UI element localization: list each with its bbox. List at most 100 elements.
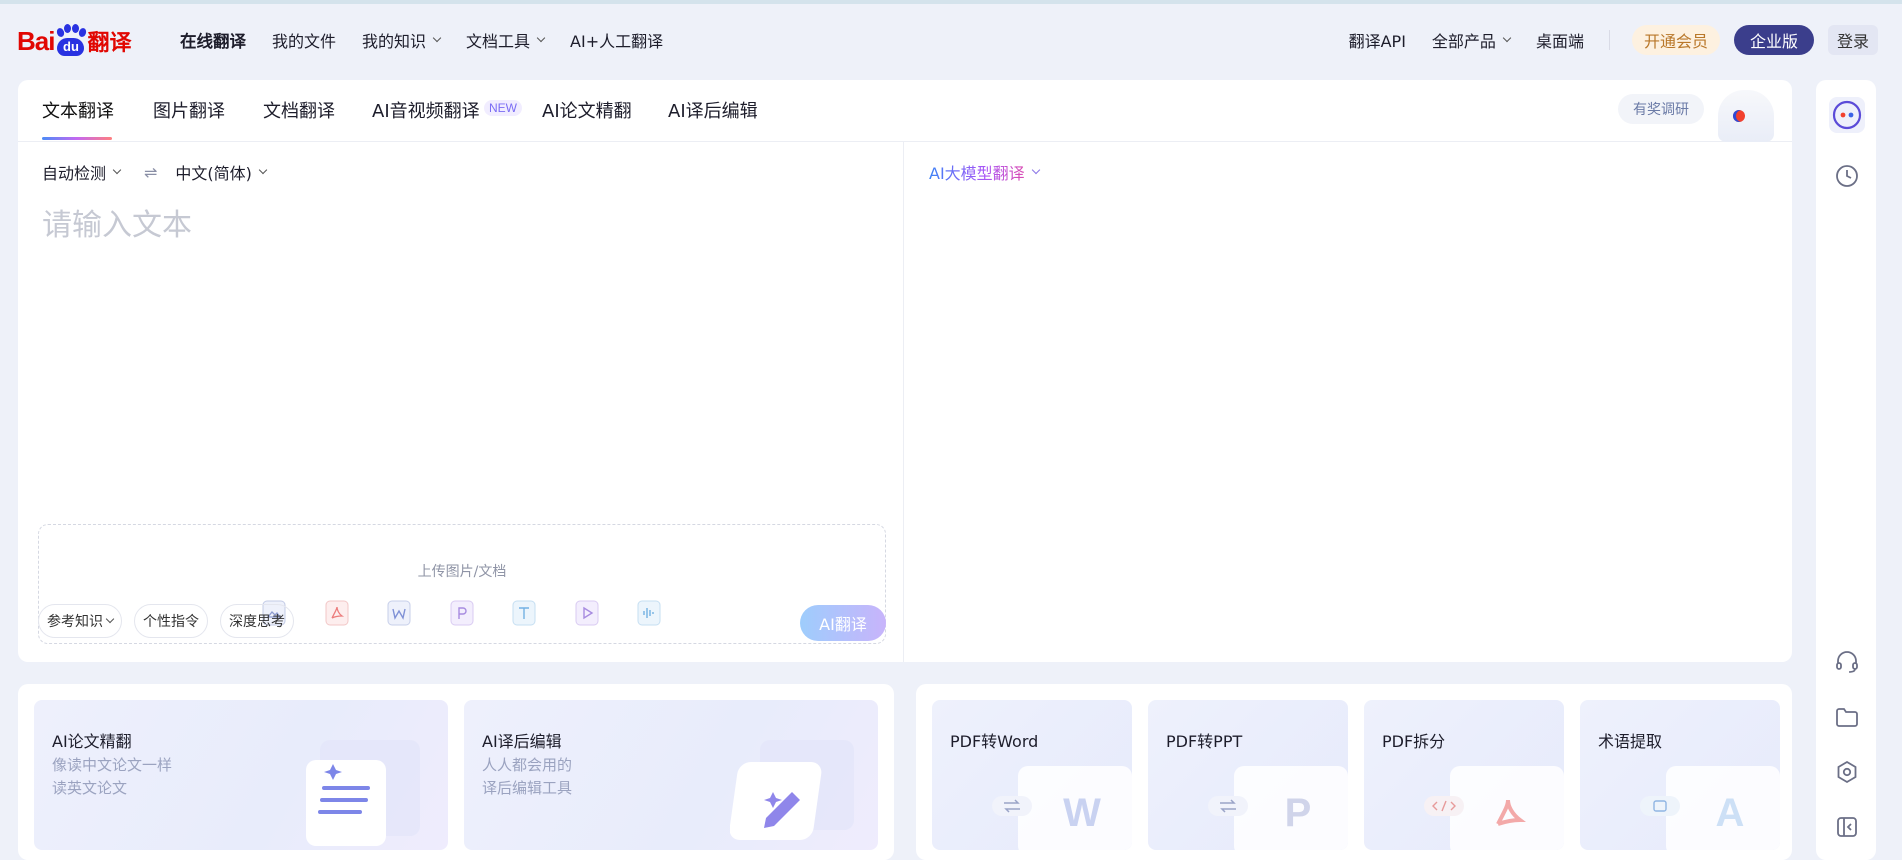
nav-my-files[interactable]: 我的文件: [272, 28, 336, 52]
swap-languages-icon[interactable]: ⇌: [144, 163, 157, 182]
source-lang-select[interactable]: 自动检测: [42, 160, 122, 184]
ai-translate-button[interactable]: AI翻译: [800, 605, 886, 641]
feature-desc-line: 像读中文论文一样: [52, 756, 173, 774]
chevron-down-icon: [258, 165, 268, 175]
feature-title: AI论文精翻: [52, 732, 132, 751]
translate-api-link[interactable]: 翻译API: [1349, 28, 1406, 52]
enterprise-button[interactable]: 企业版: [1733, 25, 1814, 55]
tab-doc-translate[interactable]: 文档翻译: [263, 97, 335, 123]
reference-knowledge-button[interactable]: 参考知识: [38, 604, 122, 638]
login-button[interactable]: 登录: [1827, 25, 1878, 55]
custom-instruction-button[interactable]: 个性指令: [134, 604, 208, 638]
video-icon[interactable]: [574, 599, 600, 627]
word-icon: W: [992, 766, 1132, 850]
chevron-down-icon: [1031, 165, 1040, 175]
nav-label: 文档工具: [466, 32, 531, 51]
vip-button[interactable]: 开通会员: [1631, 25, 1720, 55]
deep-thinking-button[interactable]: 深度思考: [220, 604, 294, 638]
tool-title: PDF拆分: [1382, 732, 1446, 751]
nav-label: 在线翻译: [180, 32, 246, 51]
tab-post-edit[interactable]: AI译后编辑: [668, 97, 758, 123]
opt-label: 参考知识: [47, 614, 103, 630]
nav-label: AI+人工翻译: [570, 32, 664, 51]
tool-title: 术语提取: [1598, 732, 1663, 751]
translate-options: 参考知识 个性指令 深度思考: [38, 604, 306, 638]
tab-text-translate[interactable]: 文本翻译: [42, 97, 114, 123]
ppt-icon[interactable]: [449, 599, 475, 627]
logo-text-du: du: [57, 38, 85, 56]
chevron-down-icon: [1502, 33, 1512, 43]
new-badge: NEW: [484, 100, 522, 116]
mode-tabs: 文本翻译 图片翻译 文档翻译 AI音视频翻译 NEW AI论文精翻 AI译后编辑…: [18, 80, 1792, 142]
tool-letter: A: [1716, 791, 1745, 835]
settings-icon[interactable]: [1829, 754, 1865, 790]
tab-image-translate[interactable]: 图片翻译: [153, 97, 225, 123]
ppt-icon: P: [1208, 766, 1348, 850]
pdf-icon: [1424, 766, 1564, 850]
chevron-down-icon: [536, 33, 546, 43]
collapse-sidebar-icon[interactable]: [1829, 809, 1865, 845]
document-list-icon: [306, 740, 420, 846]
feature-panel: AI论文精翻 像读中文论文一样 读英文论文 AI译后编辑 人人都会用的 译后编辑…: [18, 684, 894, 860]
divider: [1608, 30, 1610, 50]
tool-letter: W: [1063, 791, 1101, 835]
survey-button[interactable]: 有奖调研: [1618, 94, 1704, 124]
edit-pen-icon: [730, 740, 854, 840]
tool-title: PDF转Word: [950, 732, 1039, 751]
customer-service-icon[interactable]: [1829, 644, 1865, 680]
feature-desc-line: 人人都会用的: [482, 756, 573, 774]
feature-desc-line: 译后编辑工具: [482, 779, 573, 797]
nav-label: 我的知识: [362, 32, 427, 51]
translate-card: 文本翻译 图片翻译 文档翻译 AI音视频翻译 NEW AI论文精翻 AI译后编辑…: [18, 80, 1792, 662]
tool-title: PDF转PPT: [1166, 732, 1243, 751]
chevron-down-icon: [112, 165, 122, 175]
active-tab-indicator: [42, 137, 112, 140]
tool-pdf-to-ppt[interactable]: PDF转PPT P: [1148, 700, 1348, 850]
nav-online-translate[interactable]: 在线翻译: [180, 28, 246, 52]
source-text-input[interactable]: 请输入文本: [42, 200, 192, 244]
model-select[interactable]: AI大模型翻译: [929, 160, 1040, 184]
folder-icon[interactable]: [1829, 699, 1865, 735]
source-pane: 自动检测 ⇌ 中文(简体) 请输入文本 上传图片/文档: [18, 142, 904, 662]
baidu-translate-logo[interactable]: Bai du 翻译: [17, 22, 131, 60]
feature-card-paper[interactable]: AI论文精翻 像读中文论文一样 读英文论文: [34, 700, 448, 850]
history-icon[interactable]: [1829, 158, 1865, 194]
tools-panel: PDF转Word W PDF转PPT P PDF拆分 术语提取 A: [916, 684, 1792, 860]
txt-icon[interactable]: [511, 599, 537, 627]
tool-pdf-split[interactable]: PDF拆分: [1364, 700, 1564, 850]
logo-paw-icon: du: [55, 24, 88, 58]
desktop-app-link[interactable]: 桌面端: [1536, 28, 1584, 52]
ai-assistant-icon[interactable]: [1829, 97, 1865, 133]
tool-pdf-to-word[interactable]: PDF转Word W: [932, 700, 1132, 850]
right-sidebar: [1816, 80, 1876, 860]
nav-my-knowledge[interactable]: 我的知识: [362, 28, 442, 52]
feature-desc: 人人都会用的 译后编辑工具: [482, 754, 572, 800]
feature-title: AI译后编辑: [482, 732, 562, 751]
tool-term-extract[interactable]: 术语提取 A: [1580, 700, 1780, 850]
feature-card-post-edit[interactable]: AI译后编辑 人人都会用的 译后编辑工具: [464, 700, 878, 850]
main-nav: 在线翻译 我的文件 我的知识 文档工具 AI+人工翻译: [180, 4, 689, 76]
pdf-icon[interactable]: [324, 599, 350, 627]
all-products-label: 全部产品: [1431, 32, 1496, 51]
tool-letter: P: [1285, 791, 1312, 835]
feature-desc-line: 读英文论文: [52, 779, 128, 797]
all-products-menu[interactable]: 全部产品: [1431, 28, 1512, 52]
chevron-down-icon: [105, 614, 115, 624]
tab-paper-translate[interactable]: AI论文精翻: [542, 97, 632, 123]
language-selector: 自动检测 ⇌ 中文(简体): [42, 160, 268, 184]
nav-ai-human-translate[interactable]: AI+人工翻译: [570, 28, 663, 52]
logo-text-fanyi: 翻译: [87, 31, 132, 56]
word-icon[interactable]: [386, 599, 412, 627]
source-lang-label: 自动检测: [42, 164, 107, 183]
logo-text-bai: Bai: [17, 25, 55, 56]
audio-icon[interactable]: [636, 599, 662, 627]
upload-label: 上传图片/文档: [417, 564, 507, 580]
nav-label: 我的文件: [272, 32, 337, 51]
mascot-icon[interactable]: [1718, 90, 1774, 142]
feature-desc: 像读中文论文一样 读英文论文: [52, 754, 172, 800]
tab-av-translate[interactable]: AI音视频翻译: [372, 97, 480, 123]
target-lang-label: 中文(简体): [175, 164, 252, 183]
file-type-icons: [261, 599, 699, 627]
target-lang-select[interactable]: 中文(简体): [175, 160, 268, 184]
nav-doc-tools[interactable]: 文档工具: [466, 28, 546, 52]
